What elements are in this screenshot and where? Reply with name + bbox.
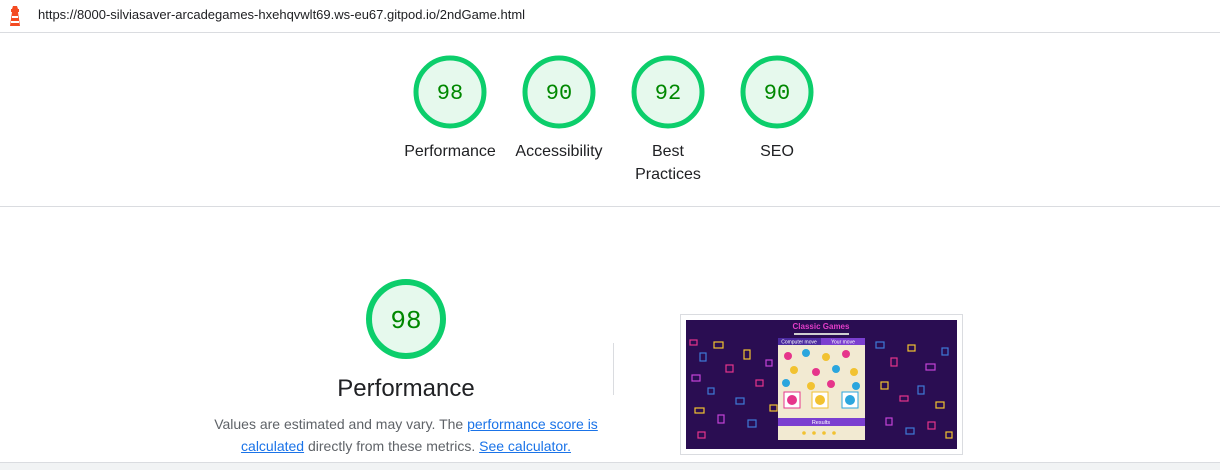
- screenshot-image: Classic Games Computer move Your move Re…: [686, 320, 957, 449]
- performance-gauge: 98: [366, 279, 446, 359]
- gauge-score: 90: [764, 81, 790, 106]
- lighthouse-icon: [10, 6, 20, 26]
- page-url[interactable]: https://8000-silviasaver-arcadegames-hxe…: [38, 7, 525, 22]
- screenshot-title: Classic Games: [793, 322, 850, 331]
- performance-score: 98: [390, 306, 421, 336]
- screenshot-your-move: Your move: [831, 340, 855, 346]
- gauge-ring: 90: [740, 55, 814, 129]
- vertical-divider: [613, 343, 614, 395]
- gauge-score: 92: [655, 81, 681, 106]
- screenshot-results: Results: [812, 420, 831, 426]
- summary-gauges: 98 Performance 90 Accessibility 92 Best …: [0, 33, 1220, 207]
- performance-description: Values are estimated and may vary. The p…: [214, 413, 598, 457]
- performance-title: Performance: [337, 375, 475, 402]
- gauge-score: 98: [437, 81, 463, 106]
- bottom-toolbar: [0, 462, 1220, 470]
- gauge-label: Best Practices: [635, 143, 701, 183]
- final-screenshot[interactable]: Classic Games Computer move Your move Re…: [680, 314, 963, 455]
- gauge-ring: 90: [522, 55, 596, 129]
- desc-middle: directly from these metrics.: [304, 438, 480, 454]
- calculator-link[interactable]: See calculator.: [479, 438, 571, 454]
- gauge-performance[interactable]: 98 Performance: [395, 55, 505, 163]
- gauge-ring: 92: [631, 55, 705, 129]
- screenshot-computer-move: Computer move: [781, 340, 817, 346]
- gauge-accessibility[interactable]: 90 Accessibility: [504, 55, 614, 163]
- gauge-best-practices[interactable]: 92 Best Practices: [613, 55, 723, 186]
- gauge-score: 90: [546, 81, 572, 106]
- performance-section: 98 Performance Values are estimated and …: [0, 208, 1220, 470]
- report-header: https://8000-silviasaver-arcadegames-hxe…: [0, 0, 1220, 33]
- gauge-label: Performance: [404, 143, 496, 160]
- gauge-seo[interactable]: 90 SEO: [722, 55, 832, 163]
- gauge-ring: 98: [413, 55, 487, 129]
- gauge-label: Accessibility: [515, 143, 603, 160]
- desc-prefix: Values are estimated and may vary. The: [214, 416, 468, 432]
- gauge-label: SEO: [760, 143, 794, 160]
